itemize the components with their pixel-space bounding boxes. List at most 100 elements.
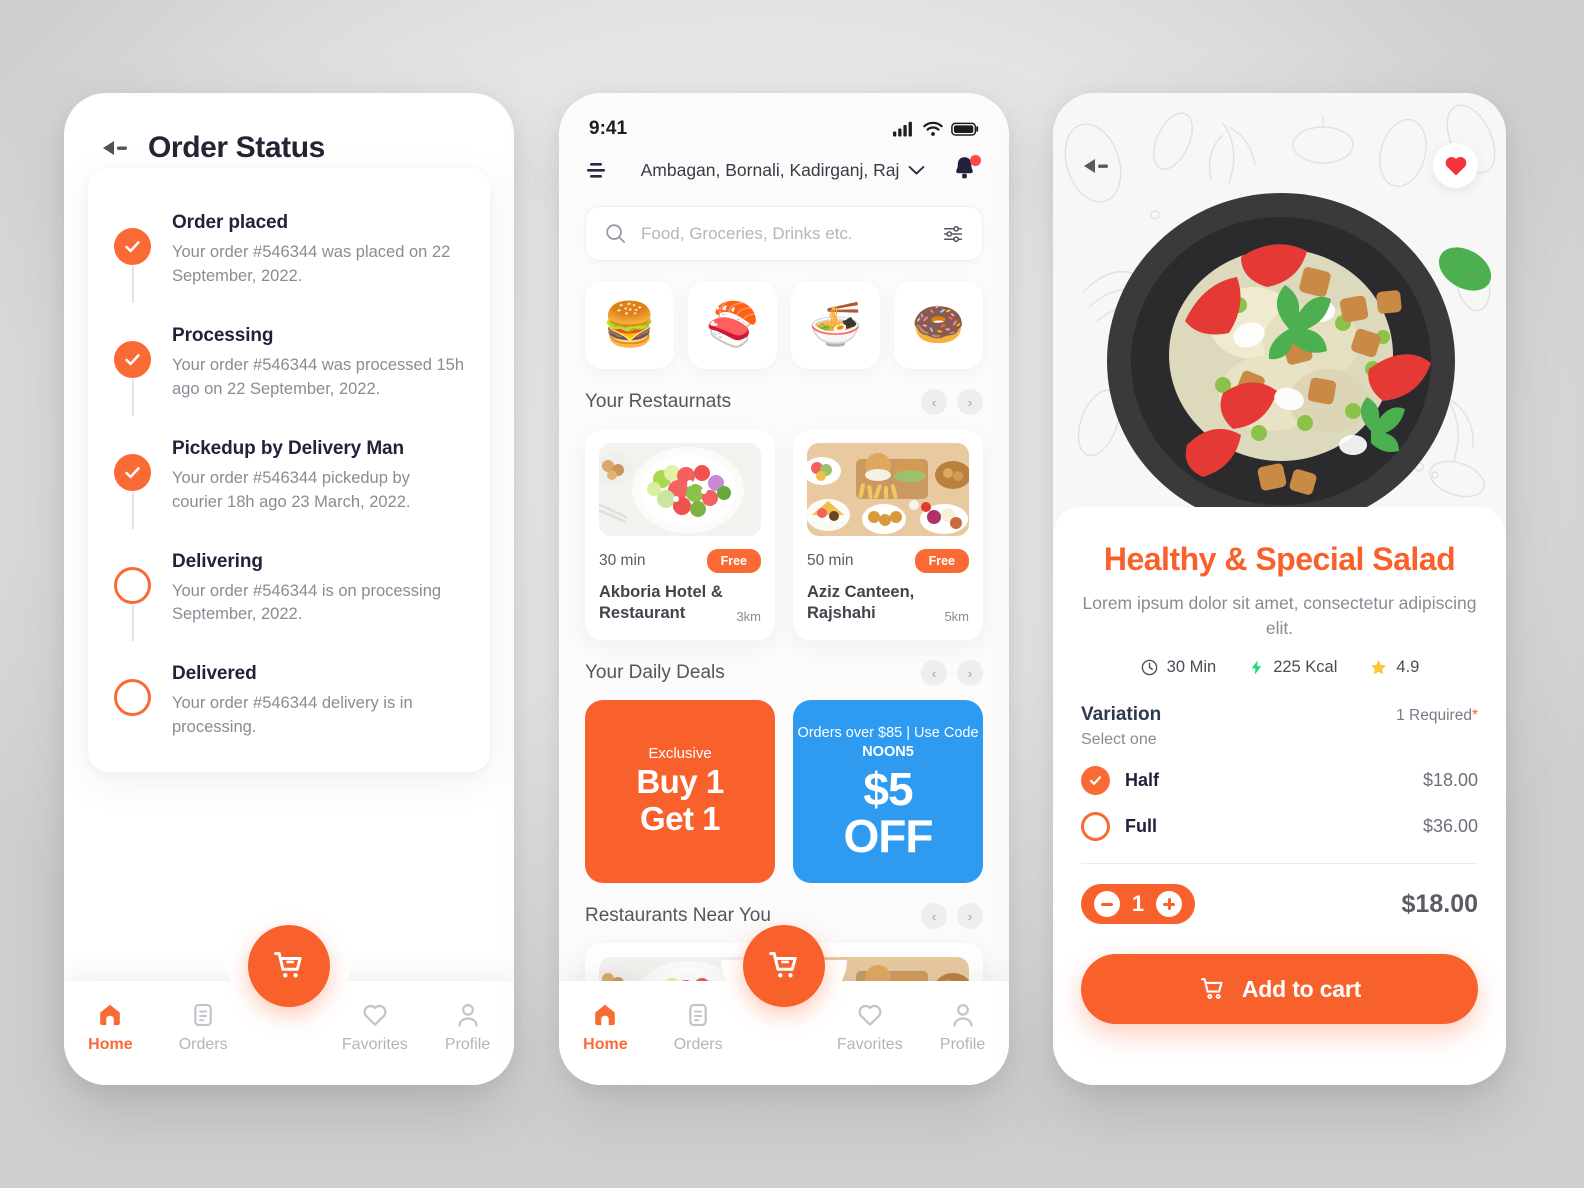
phone-home: 9:41 Ambagan, Bornali, Kadirganj, Raj Fo…	[559, 93, 1009, 1085]
add-to-cart-label: Add to cart	[1241, 975, 1362, 1002]
variation-price: $18.00	[1422, 770, 1478, 791]
step-marker-column	[114, 649, 152, 740]
add-to-cart-button[interactable]: Add to cart	[1081, 954, 1478, 1025]
section-title: Your Restaurnats	[585, 391, 732, 412]
step-description: Your order #546344 pickedup by courier 1…	[172, 468, 411, 511]
restaurant-meta: 50 min Free	[807, 549, 969, 573]
sushi-icon: 🍣	[705, 301, 760, 349]
radio-unselected-icon[interactable]	[1081, 812, 1110, 842]
stat-prep-time: 30 Min	[1140, 658, 1216, 677]
bottom-navigation: Home Orders Favorites Profile	[64, 925, 514, 1085]
step-title: Delivering	[172, 550, 263, 572]
category-row: 🍔 🍣 🍜 🍩	[559, 261, 1009, 369]
deal-kicker: Exclusive	[648, 745, 712, 763]
variation-required: 1 Required*	[1396, 707, 1478, 725]
section-header-near: Restaurants Near You ‹ ›	[559, 883, 1009, 930]
carousel-arrows: ‹ ›	[921, 903, 983, 930]
nav-item-home[interactable]: Home	[559, 1001, 652, 1054]
heart-filled-icon	[1445, 156, 1466, 175]
order-status-card: Order placed Your order #546344 was plac…	[88, 168, 490, 773]
chevron-left-icon[interactable]: ‹	[921, 660, 947, 687]
shopping-cart-icon	[1200, 978, 1223, 1000]
chevron-left-icon[interactable]: ‹	[921, 389, 947, 415]
category-burger[interactable]: 🍔	[585, 281, 674, 369]
nav-items: Home Orders Favorites Profile	[64, 981, 514, 1085]
deal-line-1: Buy 1	[636, 763, 724, 801]
notification-button[interactable]	[951, 154, 981, 186]
chevron-right-icon[interactable]: ›	[957, 389, 983, 415]
step-marker-column	[114, 537, 152, 642]
radio-selected-icon[interactable]	[1081, 766, 1110, 796]
status-step[interactable]: Delivered Your order #546344 delivery is…	[114, 649, 464, 740]
star-icon	[1371, 660, 1387, 675]
chevron-right-icon[interactable]: ›	[957, 903, 983, 930]
deal-line-1: $5	[863, 762, 913, 815]
search-icon	[606, 224, 626, 244]
increase-quantity-button[interactable]	[1156, 891, 1182, 918]
hamburger-menu-icon[interactable]	[587, 159, 615, 181]
search-bar[interactable]: Food, Groceries, Drinks etc.	[585, 206, 983, 261]
section-title: Your Daily Deals	[585, 662, 725, 684]
phone-product-detail: Healthy & Special Salad Lorem ipsum dolo…	[1053, 93, 1506, 1085]
step-body: Delivering Your order #546344 is on proc…	[172, 537, 464, 628]
step-description: Your order #546344 was placed on 22 Sept…	[172, 243, 451, 285]
restaurant-card[interactable]: 30 min Free Akboria Hotel & Restaurant 3…	[585, 429, 775, 641]
chevron-right-icon[interactable]: ›	[957, 660, 983, 687]
product-info-sheet: Healthy & Special Salad Lorem ipsum dolo…	[1053, 507, 1506, 1085]
search-input[interactable]: Food, Groceries, Drinks etc.	[641, 224, 928, 244]
decrease-quantity-button[interactable]	[1094, 891, 1120, 918]
deal-card-bogo[interactable]: Exclusive Buy 1 Get 1	[585, 700, 775, 884]
status-step[interactable]: Order placed Your order #546344 was plac…	[114, 198, 464, 311]
stat-calories: 225 Kcal	[1248, 658, 1337, 677]
nav-item-favorites[interactable]: Favorites	[823, 1001, 916, 1054]
step-description: Your order #546344 is on processing Sept…	[172, 581, 442, 624]
favorite-button[interactable]	[1433, 143, 1478, 188]
order-status-header: Order Status	[64, 93, 514, 165]
step-title: Processing	[172, 324, 274, 346]
status-step[interactable]: Delivering Your order #546344 is on proc…	[114, 537, 464, 650]
restaurant-name: Akboria Hotel & Restaurant	[599, 583, 723, 623]
nav-item-orders[interactable]: Orders	[157, 1001, 250, 1054]
status-step[interactable]: Pickedup by Delivery Man Your order #546…	[114, 424, 464, 537]
heart-icon	[858, 1004, 882, 1026]
cellular-signal-icon	[893, 121, 912, 137]
deal-terms-text: Orders over $85 | Use Code	[797, 724, 979, 741]
category-donut[interactable]: 🍩	[894, 281, 983, 369]
deal-card-5off[interactable]: Orders over $85 | Use Code NOON5 $5 OFF	[793, 700, 983, 884]
step-marker-column	[114, 424, 152, 529]
total-price: $18.00	[1401, 889, 1478, 918]
nav-item-profile[interactable]: Profile	[421, 1001, 514, 1054]
variation-price: $36.00	[1422, 816, 1478, 837]
status-bar: 9:41	[559, 93, 1009, 140]
nav-label: Home	[88, 1036, 133, 1053]
section-divider	[1081, 863, 1478, 865]
carousel-arrows: ‹ ›	[921, 660, 983, 687]
nav-item-home[interactable]: Home	[64, 1001, 157, 1054]
deal-line-2: OFF	[843, 809, 934, 862]
category-sushi[interactable]: 🍣	[688, 281, 777, 369]
back-arrow-icon[interactable]	[100, 137, 130, 159]
bottom-navigation: Home Orders Favorites Profile	[559, 925, 1009, 1085]
heart-icon	[363, 1004, 387, 1026]
variation-header: Variation 1 Required*	[1081, 704, 1478, 726]
phone-order-status: Order Status Order placed Your order #54…	[64, 93, 514, 1085]
step-connector	[132, 604, 134, 642]
product-hero-toolbar	[1053, 143, 1506, 188]
variation-option-half[interactable]: Half $18.00	[1081, 766, 1478, 796]
location-selector[interactable]: Ambagan, Bornali, Kadirganj, Raj	[615, 160, 951, 181]
status-step[interactable]: Processing Your order #546344 was proces…	[114, 311, 464, 424]
quantity-stepper[interactable]: 1	[1081, 884, 1195, 925]
chevron-left-icon[interactable]: ‹	[921, 903, 947, 930]
nav-item-orders[interactable]: Orders	[652, 1001, 745, 1054]
category-noodles[interactable]: 🍜	[791, 281, 880, 369]
variation-title: Variation	[1081, 704, 1162, 726]
home-screen: 9:41 Ambagan, Bornali, Kadirganj, Raj Fo…	[559, 93, 1009, 1085]
notification-badge-dot	[970, 155, 981, 166]
nav-item-profile[interactable]: Profile	[916, 1001, 1009, 1054]
restaurant-card[interactable]: 50 min Free Aziz Canteen, Rajshahi 5km	[793, 429, 983, 641]
nav-item-favorites[interactable]: Favorites	[328, 1001, 421, 1054]
back-arrow-icon[interactable]	[1081, 155, 1111, 177]
nav-label: Orders	[673, 1036, 723, 1053]
variation-option-full[interactable]: Full $36.00	[1081, 812, 1478, 842]
delivery-badge: Free	[914, 549, 969, 573]
